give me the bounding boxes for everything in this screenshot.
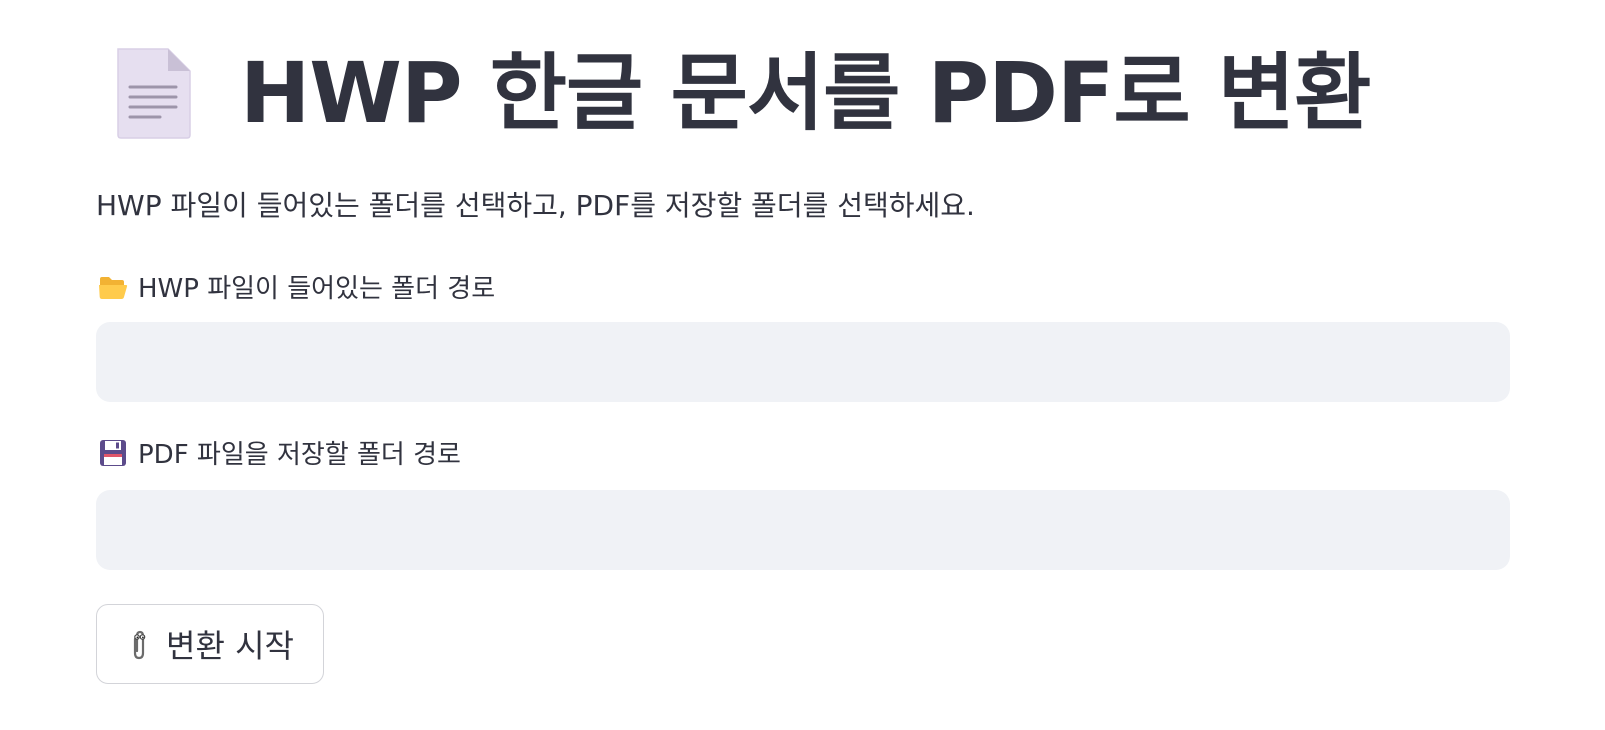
title-row: HWP 한글 문서를 PDF로 변환 (110, 38, 1371, 148)
open-folder-icon (99, 276, 128, 299)
document-icon (117, 48, 191, 139)
app-page: HWP 한글 문서를 PDF로 변환 HWP 파일이 들어있는 폴더를 선택하고… (0, 0, 1605, 730)
hwp-folder-label: HWP 파일이 들어있는 폴더 경로 (98, 268, 495, 305)
intro-text: HWP 파일이 들어있는 폴더를 선택하고, PDF를 저장할 폴더를 선택하세… (96, 189, 975, 222)
paperclip-icon (133, 630, 146, 660)
start-conversion-label: 변환 시작 (166, 627, 294, 665)
hwp-folder-input[interactable] (96, 322, 1510, 402)
pdf-folder-input[interactable] (96, 490, 1510, 570)
page-title: HWP 한글 문서를 PDF로 변환 (240, 44, 1371, 142)
pdf-folder-label-text: PDF 파일을 저장할 폴더 경로 (138, 440, 461, 470)
hwp-folder-label-text: HWP 파일이 들어있는 폴더 경로 (138, 274, 496, 304)
floppy-disk-icon (100, 439, 126, 466)
start-conversion-button[interactable]: 변환 시작 (96, 604, 324, 684)
pdf-folder-label: PDF 파일을 저장할 폴더 경로 (98, 434, 461, 471)
